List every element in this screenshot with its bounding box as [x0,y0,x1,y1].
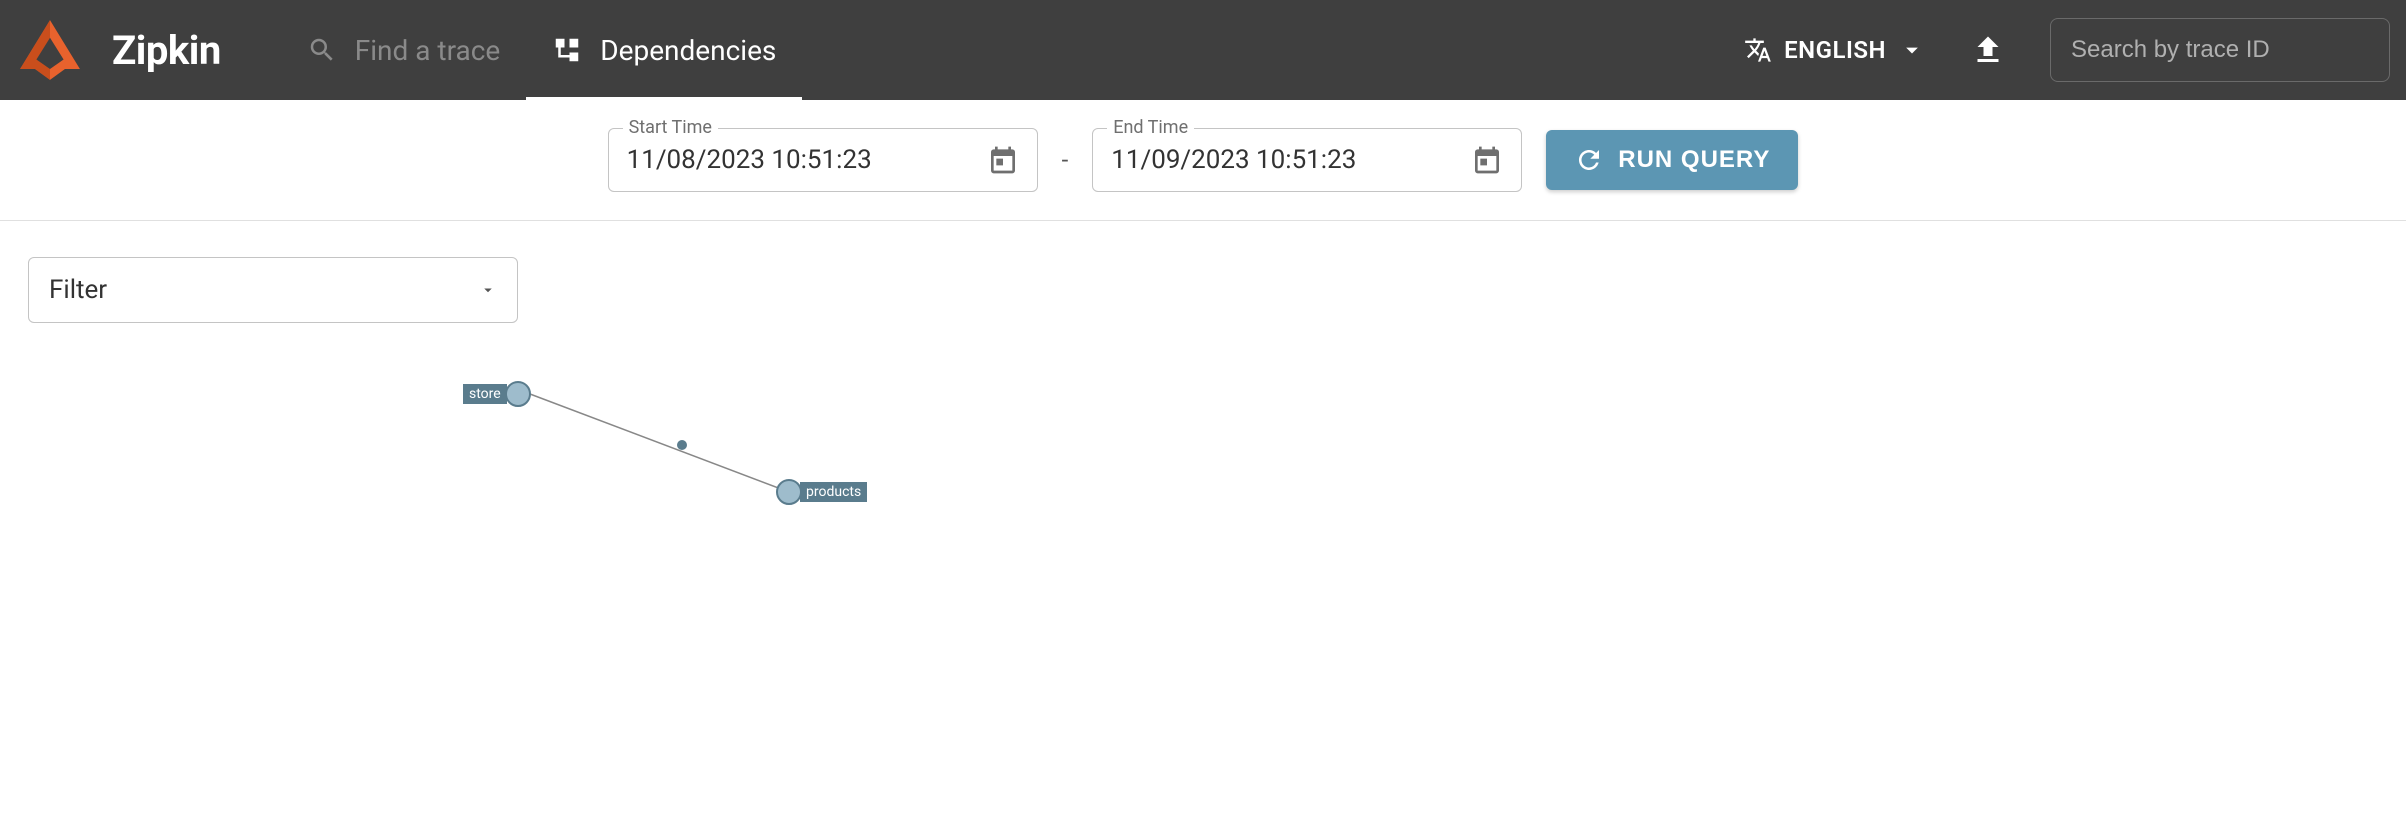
refresh-icon [1574,145,1604,175]
query-bar: Start Time - End Time RUN QUERY [0,100,2406,221]
start-time-field[interactable]: Start Time [608,128,1038,192]
nav-find-trace[interactable]: Find a trace [281,0,527,100]
node-label: store [463,384,507,404]
translate-icon [1744,36,1772,64]
search-icon [307,35,337,65]
edge-midpoint-dot [677,440,687,450]
start-time-label: Start Time [623,117,718,138]
nav-dependencies-label: Dependencies [600,34,776,67]
end-time-field[interactable]: End Time [1092,128,1522,192]
app-title: Zipkin [112,27,221,74]
nav-dependencies[interactable]: Dependencies [526,0,802,100]
run-query-button[interactable]: RUN QUERY [1546,130,1798,190]
chevron-down-icon [479,281,497,299]
range-separator: - [1062,146,1069,174]
graph-node-products[interactable]: products [776,479,867,505]
filter-label: Filter [49,275,107,305]
node-label: products [800,482,867,502]
upload-icon [1970,32,2006,68]
nav-find-trace-label: Find a trace [355,34,501,67]
main-nav: Find a trace Dependencies [281,0,803,100]
run-query-label: RUN QUERY [1618,146,1770,174]
calendar-icon[interactable] [987,144,1019,176]
dependencies-icon [552,35,582,65]
node-circle [776,479,802,505]
language-select[interactable]: ENGLISH [1744,36,1926,64]
search-trace-wrap [2050,18,2390,82]
zipkin-logo-icon [16,16,84,84]
content-area: Filter store products [0,221,2406,659]
upload-button[interactable] [1966,28,2010,72]
dependency-graph[interactable]: store products [28,323,2378,623]
logo-area: Zipkin [16,16,221,84]
app-header: Zipkin Find a trace Dependencies ENGLISH [0,0,2406,100]
search-trace-input[interactable] [2071,36,2369,64]
graph-node-store[interactable]: store [463,381,531,407]
header-right: ENGLISH [1744,18,2390,82]
language-label: ENGLISH [1784,36,1886,64]
node-circle [505,381,531,407]
chevron-down-icon [1898,36,1926,64]
calendar-icon[interactable] [1471,144,1503,176]
graph-edges [28,323,928,623]
end-time-label: End Time [1107,117,1194,138]
start-time-input[interactable] [627,145,987,175]
end-time-input[interactable] [1111,145,1471,175]
filter-select[interactable]: Filter [28,257,518,323]
